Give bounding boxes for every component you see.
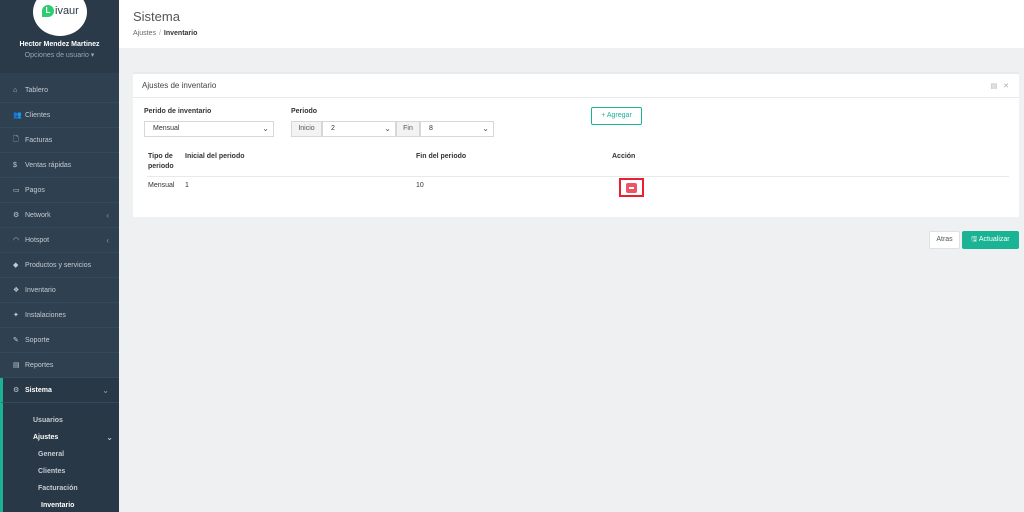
dashboard-icon: ⌂ [13,86,18,94]
sidebar-item-label: Facturas [25,136,53,144]
chevron-down-icon: ⌄ [262,124,269,133]
sidebar-subitem-clientes[interactable]: Clientes [0,463,119,480]
logo: L ivaur [42,5,79,17]
period-end-select[interactable]: 8 ⌄ [420,121,494,137]
sidebar-item-inventario[interactable]: ❖ Inventario [0,278,119,303]
wifi-icon: ◠ [13,237,20,244]
delete-row-highlight [619,178,644,197]
period-start-select[interactable]: 2 ⌄ [322,121,396,137]
update-button[interactable]: 🖫 Actualizar [962,231,1019,249]
sidebar-item-label: Pagos [25,186,45,194]
submenu-spacer [0,403,119,412]
sidebar-item-productos-servicios[interactable]: ◆ Productos y servicios [0,253,119,278]
page-title: Sistema [133,9,180,24]
back-button[interactable]: Atras [929,231,960,249]
users-icon: 👥 [13,112,22,119]
sidebar-nav: ⌂ Tablero 👥 Clientes 🗋 Facturas $ Ventas… [0,78,119,512]
start-addon: Inicio [291,121,322,137]
sidebar-item-pagos[interactable]: ▭ Pagos [0,178,119,203]
sidebar-item-network[interactable]: ⚙ Network ‹ [0,203,119,228]
delete-row-button[interactable] [626,183,637,193]
file-icon: 🗋 [13,135,19,143]
tools-icon: ✦ [13,312,19,319]
inventory-settings-panel: Ajustes de inventario ▤ ✕ Perido de inve… [133,72,1019,217]
period-label: Periodo [291,108,318,115]
dollar-icon: $ [13,161,17,169]
cogs-icon: ⚙ [13,387,20,394]
sidebar-subitem-usuarios[interactable]: Usuarios [0,412,119,429]
end-addon: Fin [396,121,420,137]
chevron-down-icon: ⌄ [102,385,109,395]
sidebar-item-label: Network [25,211,51,219]
sidebar-item-label: Ventas rápidas [25,161,72,169]
table-cell-period-end: 10 [416,182,424,189]
table-header-period-end: Fin del periodo [416,153,467,160]
sidebar-item-sistema[interactable]: ⚙ Sistema ⌄ [0,378,119,403]
period-end-value: 8 [429,125,433,132]
breadcrumb: Ajustes / Inventario [133,30,197,37]
profile-area: L ivaur Hector Mendez Martinez Opciones … [0,0,119,73]
page-header: Sistema Ajustes / Inventario [119,0,1024,48]
wrench-icon: ✎ [13,337,19,344]
money-icon: ▭ [13,187,20,194]
sidebar-item-label: Hotspot [25,236,50,244]
breadcrumb-separator: / [158,30,161,37]
sidebar-item-label: Soporte [25,336,50,344]
period-type-select[interactable]: Mensual ⌄ [144,121,274,137]
table-header-period-type: Tipo de periodo [148,153,174,170]
table-header-period-start: Inicial del periodo [185,153,245,160]
panel-title: Ajustes de inventario [142,81,217,90]
sidebar-subitem-general[interactable]: General [0,446,119,463]
sidebar: L ivaur Hector Mendez Martinez Opciones … [0,0,119,512]
sidebar-item-hotspot[interactable]: ◠ Hotspot ‹ [0,228,119,253]
sidebar-item-label: Clientes [25,111,51,119]
sidebar-item-reportes[interactable]: ▤ Reportes [0,353,119,378]
add-button[interactable]: + Agregar [591,107,642,125]
period-start-value: 2 [331,125,335,132]
sidebar-item-label: Sistema [25,386,52,394]
sidebar-subitem-inventario[interactable]: Inventario [0,497,119,512]
period-type-label: Perido de inventario [144,108,212,115]
sidebar-item-facturas[interactable]: 🗋 Facturas [0,128,119,153]
chevron-left-icon: ‹ [106,235,109,245]
minus-icon [629,187,634,189]
sidebar-item-label: Instalaciones [25,311,66,319]
table-cell-period-type: Mensual [148,182,175,189]
sidebar-item-label: Tablero [25,86,48,94]
period-type-value: Mensual [153,125,180,132]
chevron-down-icon: ⌄ [106,433,113,442]
logo-mark: L [42,5,54,17]
panel-tools-icon[interactable]: ▤ ✕ [991,82,1011,90]
sidebar-item-label: Inventario [25,286,56,294]
sidebar-item-label: Productos y servicios [25,261,92,269]
sidebar-item-tablero[interactable]: ⌂ Tablero [0,78,119,103]
tag-icon: ◆ [13,262,19,269]
breadcrumb-current: Inventario [163,30,198,37]
user-options-dropdown[interactable]: Opciones de usuario ▾ [0,51,119,59]
sidebar-item-instalaciones[interactable]: ✦ Instalaciones [0,303,119,328]
network-icon: ⚙ [13,212,20,219]
logo-word: ivaur [55,5,79,17]
breadcrumb-parent[interactable]: Ajustes [133,30,156,37]
sidebar-item-ventas-rapidas[interactable]: $ Ventas rápidas [0,153,119,178]
table-header-action: Acción [612,153,636,160]
sidebar-item-label: Reportes [25,361,54,369]
chevron-down-icon: ⌄ [384,124,391,133]
sidebar-item-soporte[interactable]: ✎ Soporte [0,328,119,353]
sidebar-subitem-facturacion[interactable]: Facturación [0,480,119,497]
book-icon: ▤ [13,362,20,369]
sidebar-item-clientes[interactable]: 👥 Clientes [0,103,119,128]
panel-header: Ajustes de inventario ▤ ✕ [133,74,1019,98]
user-name: Hector Mendez Martinez [19,41,100,48]
cubes-icon: ❖ [13,287,20,294]
chevron-down-icon: ⌄ [482,124,489,133]
chevron-left-icon: ‹ [106,210,109,220]
table-row-divider [147,176,1009,177]
table-cell-period-start: 1 [185,182,189,189]
sidebar-subitem-label: Ajustes [33,434,59,441]
sidebar-subitem-ajustes[interactable]: Ajustes ⌄ [0,429,119,446]
